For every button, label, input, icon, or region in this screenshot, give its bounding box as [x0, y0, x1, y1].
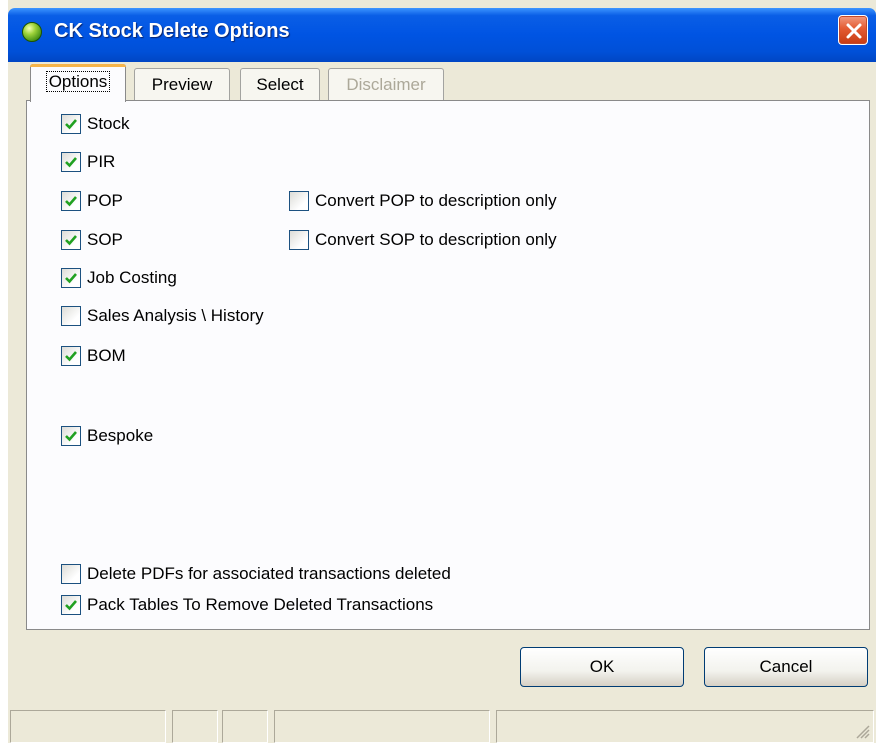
convert-pop-option[interactable]: Convert POP to description only	[289, 190, 557, 212]
close-icon	[846, 23, 862, 39]
pack-tables-checkbox[interactable]	[61, 595, 81, 615]
title-bar[interactable]: CK Stock Delete Options	[8, 8, 876, 62]
bom-label: BOM	[87, 346, 126, 365]
sop-checkbox[interactable]	[61, 230, 81, 250]
pir-label: PIR	[87, 152, 116, 171]
bespoke-label: Bespoke	[87, 426, 154, 445]
options-panel: Stock PIR POP Convert POP to description…	[26, 100, 870, 630]
sales-analysis-label: Sales Analysis \ History	[87, 306, 264, 325]
stock-option[interactable]: Stock	[61, 113, 130, 135]
checkmark-icon	[65, 235, 77, 246]
bom-option[interactable]: BOM	[61, 345, 126, 367]
checkmark-icon	[65, 157, 77, 168]
status-panel-5	[496, 710, 874, 743]
convert-sop-option[interactable]: Convert SOP to description only	[289, 229, 557, 251]
checkmark-icon	[65, 351, 77, 362]
bespoke-checkbox[interactable]	[61, 426, 81, 446]
sop-option[interactable]: SOP	[61, 229, 123, 251]
window-frame-left	[0, 0, 8, 743]
tab-preview-label: Preview	[151, 75, 213, 94]
status-panel-2	[172, 710, 218, 743]
job-costing-checkbox[interactable]	[61, 268, 81, 288]
checkmark-icon	[65, 273, 77, 284]
convert-sop-label: Convert SOP to description only	[315, 230, 557, 249]
pop-checkbox[interactable]	[61, 191, 81, 211]
window-title: CK Stock Delete Options	[54, 20, 290, 42]
checkmark-icon	[65, 431, 77, 442]
status-bar	[8, 710, 876, 743]
green-orb-icon	[22, 22, 42, 42]
convert-sop-checkbox[interactable]	[289, 230, 309, 250]
tab-select[interactable]: Select	[240, 68, 320, 102]
checkmark-icon	[65, 600, 77, 611]
ok-button[interactable]: OK	[520, 647, 684, 687]
convert-pop-label: Convert POP to description only	[315, 191, 557, 210]
sales-analysis-checkbox[interactable]	[61, 306, 81, 326]
status-panel-1	[10, 710, 166, 743]
tab-options-label: Options	[45, 71, 111, 92]
resize-grip-icon[interactable]	[854, 723, 870, 739]
tab-options[interactable]: Options	[30, 64, 126, 102]
checkmark-icon	[65, 119, 77, 130]
bom-checkbox[interactable]	[61, 346, 81, 366]
dialog-window: CK Stock Delete Options Options Preview …	[0, 0, 876, 743]
tab-disclaimer: Disclaimer	[328, 68, 444, 102]
stock-checkbox[interactable]	[61, 114, 81, 134]
delete-pdfs-label: Delete PDFs for associated transactions …	[87, 564, 451, 583]
pop-option[interactable]: POP	[61, 190, 123, 212]
sales-analysis-option[interactable]: Sales Analysis \ History	[61, 305, 264, 327]
sop-label: SOP	[87, 230, 123, 249]
convert-pop-checkbox[interactable]	[289, 191, 309, 211]
tab-disclaimer-label: Disclaimer	[346, 75, 426, 94]
status-panel-3	[222, 710, 268, 743]
stock-label: Stock	[87, 114, 130, 133]
tab-preview[interactable]: Preview	[134, 68, 230, 102]
delete-pdfs-checkbox[interactable]	[61, 564, 81, 584]
pir-option[interactable]: PIR	[61, 151, 115, 173]
pir-checkbox[interactable]	[61, 152, 81, 172]
job-costing-option[interactable]: Job Costing	[61, 267, 177, 289]
tab-active-accent	[30, 64, 126, 67]
pack-tables-option[interactable]: Pack Tables To Remove Deleted Transactio…	[61, 594, 433, 616]
status-panel-4	[274, 710, 490, 743]
job-costing-label: Job Costing	[87, 268, 177, 287]
tab-select-label: Select	[256, 75, 304, 94]
close-button[interactable]	[838, 15, 868, 45]
pack-tables-label: Pack Tables To Remove Deleted Transactio…	[87, 595, 434, 614]
delete-pdfs-option[interactable]: Delete PDFs for associated transactions …	[61, 563, 451, 585]
pop-label: POP	[87, 191, 123, 210]
bespoke-option[interactable]: Bespoke	[61, 425, 153, 447]
cancel-button[interactable]: Cancel	[704, 647, 868, 687]
checkmark-icon	[65, 196, 77, 207]
